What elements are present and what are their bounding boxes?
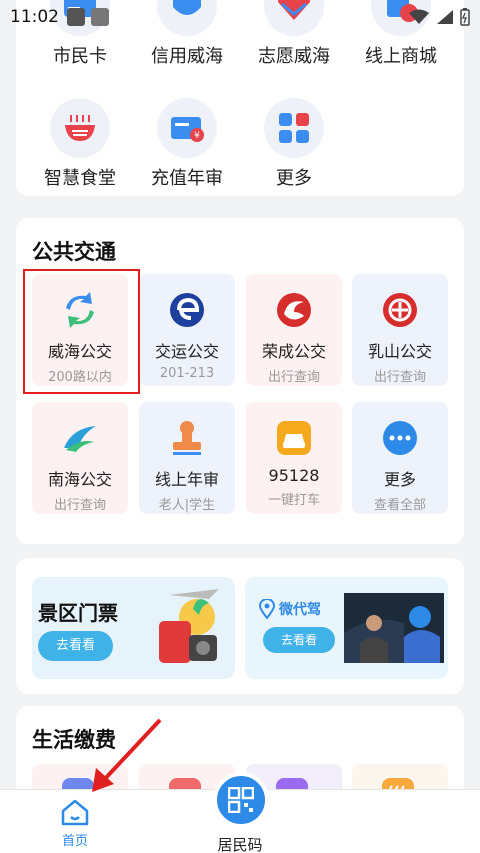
service-label: 智慧食堂 (44, 168, 116, 189)
rongcheng-logo-icon (272, 288, 316, 332)
tile-title: 乳山公交 (367, 342, 432, 361)
red-arrow-annotation (92, 718, 162, 792)
tile-title: 南海公交 (47, 470, 112, 489)
tile-title: 荣成公交 (261, 342, 326, 361)
driver-logo-text: 微代驾 (279, 602, 321, 618)
service-label: 志愿威海 (258, 46, 330, 67)
transit-annual-review[interactable]: 线上年审 老人|学生 (139, 402, 235, 514)
driver-logo: 微代驾 (259, 599, 321, 619)
bottom-nav: 首页 居民码 (0, 772, 480, 853)
service-canteen[interactable]: 智慧食堂 (30, 98, 130, 190)
transit-more[interactable]: 更多 查看全部 (352, 402, 448, 514)
service-label: 信用威海 (151, 46, 223, 67)
canteen-icon (50, 98, 110, 158)
tile-subtitle: 查看全部 (373, 498, 426, 513)
highlight-box (23, 269, 140, 394)
stamp-icon (165, 416, 209, 460)
tile-subtitle: 出行查询 (267, 370, 320, 385)
scenic-ticket-title: 景区门票 (38, 601, 118, 625)
service-more[interactable]: 更多 (244, 98, 344, 190)
transit-title: 公共交通 (32, 240, 116, 264)
driver-go-button[interactable]: 去看看 (263, 627, 336, 653)
more-grid-icon (264, 98, 324, 158)
service-recharge[interactable]: ¥ 充值年审 (137, 98, 237, 190)
battery-icon (460, 8, 470, 26)
status-time: 11:02 (10, 7, 59, 27)
service-label: 线上商城 (365, 46, 437, 67)
nav-qr-label: 居民码 (217, 836, 263, 853)
tile-subtitle: 出行查询 (53, 498, 106, 513)
app-icon (91, 8, 109, 26)
transit-rongcheng-bus[interactable]: 荣成公交 出行查询 (246, 274, 342, 386)
tile-subtitle: 一键打车 (267, 493, 320, 508)
status-bar: 11:02 (0, 0, 480, 34)
rushan-logo-icon (378, 288, 422, 332)
scenic-ticket-banner[interactable]: 景区门票 去看看 (32, 577, 235, 679)
recharge-icon: ¥ (157, 98, 217, 158)
tile-title: 更多 (383, 470, 416, 489)
jiaoyun-logo-icon (165, 288, 209, 332)
scenic-go-button[interactable]: 去看看 (38, 631, 114, 661)
service-label: 更多 (276, 168, 312, 189)
transit-taxi[interactable]: 95128 一键打车 (246, 402, 342, 514)
tile-subtitle: 出行查询 (373, 370, 426, 385)
nav-home-label: 首页 (61, 834, 88, 849)
qr-code-icon (228, 787, 254, 813)
notification-icon (67, 8, 85, 26)
resident-code-button[interactable] (213, 772, 269, 828)
nanhai-logo-icon (58, 416, 102, 460)
tile-subtitle: 201-213 (159, 366, 215, 381)
location-pin-icon (259, 599, 275, 619)
more-dots-icon (378, 416, 422, 460)
transit-nanhai-bus[interactable]: 南海公交 出行查询 (32, 402, 128, 514)
tile-title: 95128 (268, 466, 320, 485)
designated-driver-banner[interactable]: 微代驾 去看看 (245, 577, 448, 679)
taxi-icon (272, 416, 316, 460)
service-label: 市民卡 (53, 46, 107, 67)
home-icon (61, 799, 89, 826)
transit-jiaoyun-bus[interactable]: 交运公交 201-213 (139, 274, 235, 386)
tile-title: 线上年审 (154, 470, 219, 489)
luggage-travel-icon (159, 589, 219, 663)
tile-title: 交运公交 (154, 342, 219, 361)
service-label: 充值年审 (151, 168, 223, 189)
nav-home-tab[interactable]: 首页 (40, 798, 110, 849)
transit-rushan-bus[interactable]: 乳山公交 出行查询 (352, 274, 448, 386)
tile-subtitle: 老人|学生 (158, 498, 216, 513)
driver-photo (344, 593, 444, 663)
svg-text:¥: ¥ (194, 131, 200, 141)
signal-icon (437, 10, 453, 24)
wifi-icon (409, 9, 429, 24)
